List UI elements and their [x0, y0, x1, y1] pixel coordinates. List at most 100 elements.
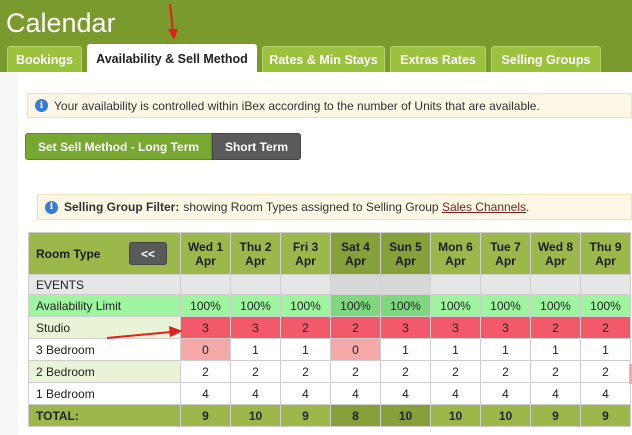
grid-cell[interactable]: 100%	[430, 294, 481, 317]
grid-cell[interactable]: 0	[180, 338, 231, 361]
grid-cell[interactable]: 1	[430, 338, 481, 361]
grid-cell[interactable]: 2	[580, 316, 631, 339]
grid-cell[interactable]: 3	[430, 316, 481, 339]
day-header-weekday: Wed 8	[537, 239, 574, 254]
grid-cell[interactable]: 2	[230, 360, 281, 383]
day-header-month: Apr	[445, 253, 466, 268]
grid-cell[interactable]: 100%	[280, 294, 331, 317]
grid-cell[interactable]: 2	[180, 360, 231, 383]
grid-cell[interactable]: 2	[430, 360, 481, 383]
grid-cell[interactable]: 4	[180, 382, 231, 405]
grid-cell[interactable]: 100%	[580, 294, 631, 317]
filter-text: showing Room Types assigned to Selling G…	[183, 200, 439, 214]
grid-cell[interactable]: 4	[330, 382, 381, 405]
grid-cell[interactable]: 4	[580, 382, 631, 405]
row-label: Availability Limit	[28, 294, 181, 317]
grid-cell: 8	[330, 404, 381, 427]
grid-cell	[530, 274, 581, 295]
grid-cell[interactable]: 1	[580, 338, 631, 361]
grid-cell[interactable]: 2	[330, 316, 381, 339]
grid-cell[interactable]: 3	[230, 316, 281, 339]
grid-cell[interactable]: 100%	[330, 294, 381, 317]
tab-rates-min-stays[interactable]: Rates & Min Stays	[262, 46, 385, 72]
grid-cell[interactable]: 4	[230, 382, 281, 405]
day-header: Mon 6 Apr	[430, 232, 481, 275]
day-header-weekday: Wed 1	[187, 239, 224, 254]
grid-cell: 10	[380, 404, 431, 427]
grid-cell[interactable]: 100%	[180, 294, 231, 317]
grid-cell	[280, 274, 331, 295]
grid-cell[interactable]: 4	[530, 382, 581, 405]
availability-grid: Room Type << Wed 1 Apr Thu 2 Apr Fri 3 Apr Sat…	[28, 232, 631, 427]
grid-row: 1 Bedroom 4 4 4 4 4 4 4 4 4	[28, 382, 631, 405]
previous-dates-button[interactable]: <<	[129, 242, 167, 265]
grid-header-row: Room Type << Wed 1 Apr Thu 2 Apr Fri 3 Apr Sat…	[28, 232, 631, 275]
selling-group-filter-notice: i Selling Group Filter: showing Room Typ…	[37, 194, 632, 220]
grid-cell	[230, 274, 281, 295]
grid-cell[interactable]: 2	[480, 360, 531, 383]
grid-cell[interactable]: 1	[530, 338, 581, 361]
row-label: TOTAL:	[28, 404, 181, 427]
grid-cell: 10	[230, 404, 281, 427]
page-title: Calendar	[6, 8, 116, 38]
grid-row: 3 Bedroom 0 1 1 0 1 1 1 1 1	[28, 338, 631, 361]
day-header: Thu 2 Apr	[230, 232, 281, 275]
availability-info-notice: i Your availability is controlled within…	[27, 93, 632, 118]
tab-availability-sell-method[interactable]: Availability & Sell Method	[87, 44, 257, 72]
day-header-weekday: Mon 6	[438, 239, 473, 254]
sell-method-toggle: Set Sell Method - Long Term Short Term	[25, 133, 301, 160]
grid-cell: 9	[530, 404, 581, 427]
grid-cell[interactable]: 2	[580, 360, 631, 383]
room-type-header: Room Type <<	[28, 232, 181, 275]
grid-cell[interactable]: 100%	[530, 294, 581, 317]
day-header-weekday: Thu 9	[589, 239, 622, 254]
room-type-header-label: Room Type	[36, 246, 101, 261]
grid-cell[interactable]: 3	[480, 316, 531, 339]
grid-cell[interactable]: 1	[380, 338, 431, 361]
day-header: Tue 7 Apr	[480, 232, 531, 275]
grid-cell[interactable]: 100%	[480, 294, 531, 317]
grid-cell[interactable]: 2	[530, 316, 581, 339]
day-header-weekday: Sun 5	[389, 239, 422, 254]
grid-cell[interactable]: 3	[180, 316, 231, 339]
filter-suffix: .	[526, 200, 530, 214]
row-label: Studio	[28, 316, 181, 339]
grid-cell[interactable]: 100%	[380, 294, 431, 317]
grid-cell[interactable]: 3	[380, 316, 431, 339]
day-header-month: Apr	[545, 253, 566, 268]
day-header-month: Apr	[395, 253, 416, 268]
sell-method-short-term-button[interactable]: Short Term	[212, 133, 301, 160]
tab-bookings[interactable]: Bookings	[7, 46, 82, 72]
grid-row: TOTAL: 9 10 9 8 10 10 10 9 9	[28, 404, 631, 427]
grid-cell[interactable]: 2	[280, 360, 331, 383]
tab-extras-rates[interactable]: Extras Rates	[390, 46, 486, 72]
grid-cell[interactable]: 1	[280, 338, 331, 361]
grid-cell	[330, 274, 381, 295]
grid-row: Studio 3 3 2 2 3 3 3 2 2	[28, 316, 631, 339]
grid-cell[interactable]: 100%	[230, 294, 281, 317]
grid-cell[interactable]: 4	[480, 382, 531, 405]
day-header-month: Apr	[345, 253, 366, 268]
grid-cell[interactable]: 4	[380, 382, 431, 405]
grid-cell[interactable]: 4	[280, 382, 331, 405]
grid-cell: 9	[580, 404, 631, 427]
grid-cell	[430, 274, 481, 295]
left-gutter	[0, 72, 18, 435]
sales-channels-link[interactable]: Sales Channels	[442, 200, 526, 214]
grid-cell[interactable]: 2	[280, 316, 331, 339]
sell-method-long-term-button[interactable]: Set Sell Method - Long Term	[25, 133, 212, 160]
day-header-month: Apr	[295, 253, 316, 268]
grid-cell[interactable]: 1	[230, 338, 281, 361]
grid-cell[interactable]: 0	[330, 338, 381, 361]
grid-cell[interactable]: 2	[380, 360, 431, 383]
day-header-month: Apr	[595, 253, 616, 268]
day-header: Fri 3 Apr	[280, 232, 331, 275]
grid-cell[interactable]: 4	[430, 382, 481, 405]
day-header-weekday: Fri 3	[292, 239, 319, 254]
grid-cell[interactable]: 2	[530, 360, 581, 383]
grid-cell[interactable]: 2	[330, 360, 381, 383]
info-icon: i	[45, 200, 58, 214]
grid-cell: 9	[280, 404, 331, 427]
grid-cell[interactable]: 1	[480, 338, 531, 361]
tab-selling-groups[interactable]: Selling Groups	[491, 46, 601, 72]
